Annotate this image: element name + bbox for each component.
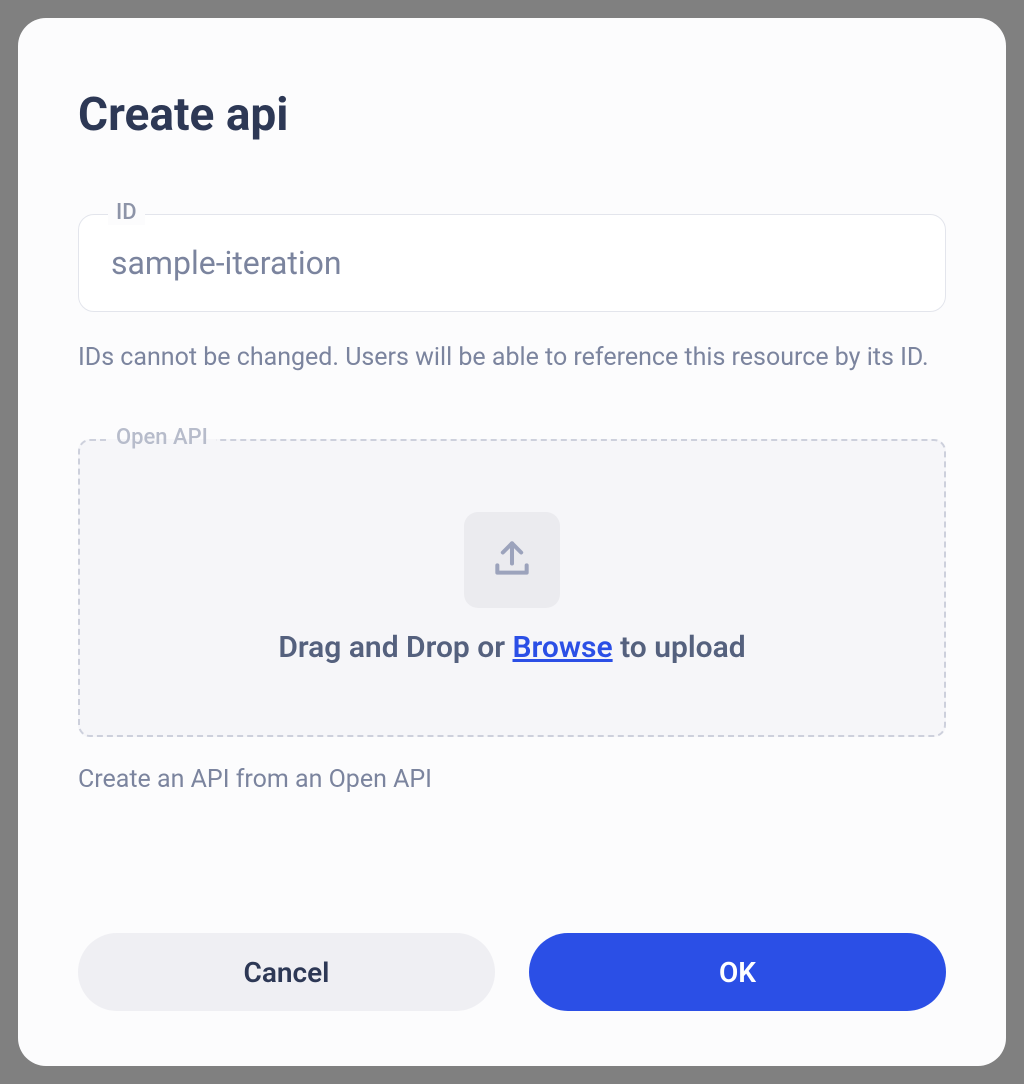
upload-icon-box <box>464 512 560 608</box>
dropzone-text: Drag and Drop or Browse to upload <box>278 630 745 665</box>
id-input[interactable] <box>78 214 946 312</box>
id-helper-text: IDs cannot be changed. Users will be abl… <box>78 340 946 375</box>
modal-footer-buttons: Cancel OK <box>78 933 946 1011</box>
openapi-helper-text: Create an API from an Open API <box>78 765 946 794</box>
dropzone-text-prefix: Drag and Drop or <box>278 630 512 665</box>
openapi-dropzone-group: Open API Drag and Drop or Browse to uplo… <box>78 439 946 737</box>
dropzone-text-suffix: to upload <box>613 630 746 665</box>
ok-button[interactable]: OK <box>529 933 946 1011</box>
upload-icon <box>490 536 534 584</box>
browse-link[interactable]: Browse <box>513 630 613 665</box>
cancel-button[interactable]: Cancel <box>78 933 495 1011</box>
file-dropzone[interactable]: Drag and Drop or Browse to upload <box>78 439 946 737</box>
openapi-field-label: Open API <box>108 425 216 450</box>
id-field-label: ID <box>108 200 145 225</box>
modal-title: Create api <box>78 88 946 142</box>
create-api-modal: Create api ID IDs cannot be changed. Use… <box>18 18 1006 1066</box>
id-field-group: ID <box>78 214 946 312</box>
